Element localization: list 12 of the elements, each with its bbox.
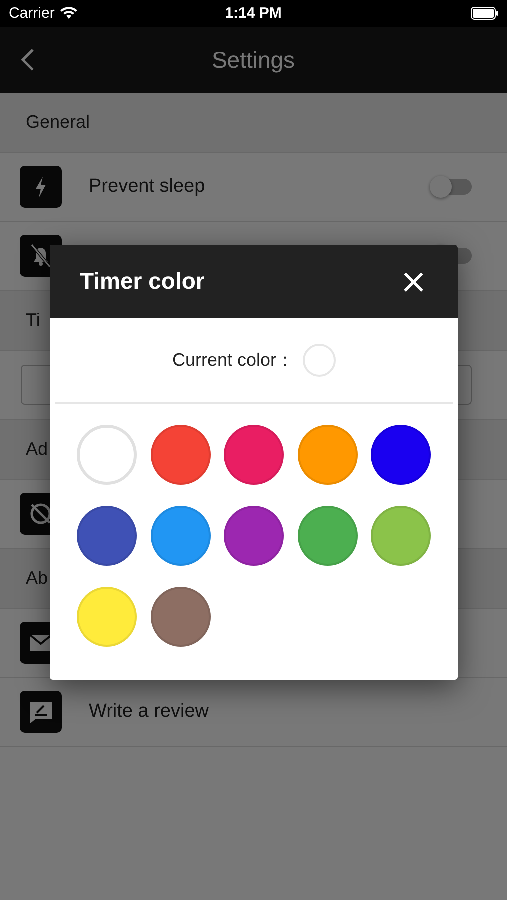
edit-message-icon (20, 691, 62, 733)
section-header: General (0, 93, 507, 153)
battery-icon (471, 7, 499, 20)
back-icon[interactable] (21, 48, 35, 72)
wifi-icon (60, 7, 78, 20)
screen-title: Settings (212, 46, 296, 74)
status-time: 1:14 PM (224, 5, 283, 22)
carrier-name: Carrier (9, 5, 55, 22)
setting-label: Prevent sleep (89, 176, 206, 198)
current-color-label: Current color： (172, 349, 295, 372)
lightning-icon (20, 166, 62, 208)
setting-label: Write a review (89, 701, 210, 723)
